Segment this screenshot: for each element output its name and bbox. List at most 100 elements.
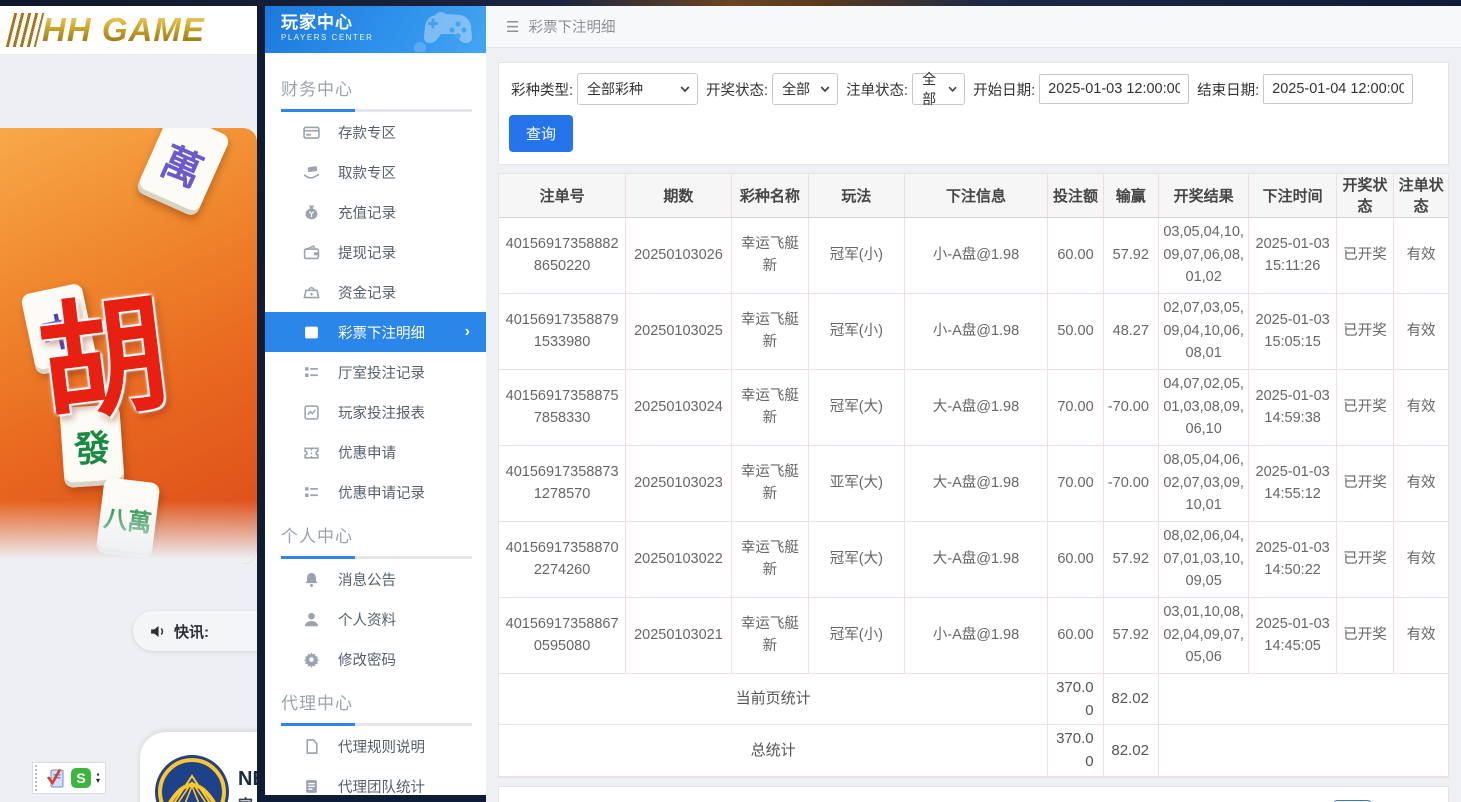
cell-period: 20250103021 <box>626 597 732 673</box>
sidebar-item-funds-record[interactable]: 资金记录 <box>265 272 486 312</box>
summary-empty <box>1158 673 1448 725</box>
sidebar-section: 代理中心 <box>265 685 486 726</box>
sidebar-item-label: 彩票下注明细 <box>338 322 425 343</box>
hamburger-icon[interactable]: ☰ <box>506 18 519 36</box>
summary-bet-total: 370.00 <box>1048 725 1103 777</box>
cell-order-status: 有效 <box>1394 293 1448 369</box>
sidebar-section: 财务中心 <box>265 71 486 112</box>
cell-bet-info: 小-A盘@1.98 <box>904 217 1048 293</box>
cell-draw-result: 04,07,02,05,01,03,08,09,06,10 <box>1158 369 1248 445</box>
sidebar-menu: 财务中心存款专区取款专区充值记录提现记录资金记录彩票下注明细› 厅室投注记录玩家投… <box>265 53 486 795</box>
sidebar-item-user[interactable]: 个人资料 <box>265 599 486 639</box>
cell-bet-info: 小-A盘@1.98 <box>904 293 1048 369</box>
cell-bet-time: 2025-01-03 15:11:26 <box>1249 217 1336 293</box>
cell-draw-result: 03,01,10,08,02,04,09,07,05,06 <box>1158 597 1248 673</box>
main-content: ☰ 彩票下注明细 彩种类型:全部彩种开奖状态:全部注单状态:全部开始日期:结束日… <box>486 6 1461 802</box>
draw-status-select[interactable]: 全部 <box>772 73 838 105</box>
sidebar-item-deposit[interactable]: 存款专区 <box>265 112 486 152</box>
cell-lottery-name: 幸运飞艇新 <box>731 597 808 673</box>
news-label: 快讯: <box>174 621 209 642</box>
sidebar-item-team-stat[interactable]: 代理团队统计 <box>265 766 486 795</box>
sidebar-section-underline <box>281 723 472 726</box>
sidebar-item-label: 代理规则说明 <box>338 736 425 757</box>
s-badge-icon[interactable]: S <box>71 768 91 788</box>
sidebar-item-label: 厅室投注记录 <box>338 362 425 383</box>
column-header-draw-status: 开奖状态 <box>1336 174 1393 217</box>
column-header-draw-result: 开奖结果 <box>1158 174 1248 217</box>
sidebar-item-withdraw[interactable]: 取款专区 <box>265 152 486 192</box>
summary-bet-total: 370.00 <box>1048 673 1103 725</box>
cell-period: 20250103022 <box>626 521 732 597</box>
sidebar-item-gear[interactable]: 修改密码 <box>265 639 486 679</box>
cell-bet-id: 401569173588702274260 <box>499 521 626 597</box>
logo-stripes <box>6 13 44 47</box>
select-value: 全部 <box>782 79 810 99</box>
withdraw-icon <box>303 164 320 181</box>
sidebar-item-label: 个人资料 <box>338 609 396 630</box>
team-stat-icon <box>303 778 320 795</box>
cell-bet-id: 401569173588731278570 <box>499 445 626 521</box>
sidebar-item-label: 存款专区 <box>338 122 396 143</box>
cell-draw-status: 已开奖 <box>1336 217 1393 293</box>
player-report-icon <box>303 404 320 421</box>
cell-bet-amount: 50.00 <box>1048 293 1103 369</box>
sidebar-item-label: 优惠申请 <box>338 442 396 463</box>
sidebar-section-label: 个人中心 <box>281 522 486 547</box>
sidebar-item-withdraw-record[interactable]: 提现记录 <box>265 232 486 272</box>
drag-handle-icon[interactable] <box>35 765 41 791</box>
cell-bet-time: 2025-01-03 15:05:15 <box>1249 293 1336 369</box>
cell-win-loss: -70.00 <box>1103 445 1158 521</box>
cell-play: 冠军(小) <box>809 293 905 369</box>
sidebar-item-promo-apply[interactable]: 优惠申请 <box>265 432 486 472</box>
table-header-row: 注单号期数彩种名称玩法下注信息投注额输赢开奖结果下注时间开奖状态注单状态 <box>499 174 1448 217</box>
cell-period: 20250103023 <box>626 445 732 521</box>
collapse-arrows-icon[interactable]: ▪▾ <box>96 772 100 784</box>
sidebar-item-label: 消息公告 <box>338 569 396 590</box>
summary-empty <box>1158 725 1448 777</box>
order-status-select[interactable]: 全部 <box>912 73 965 105</box>
sidebar-item-hall-record[interactable]: 厅室投注记录 <box>265 352 486 392</box>
summary-label: 当前页统计 <box>499 673 1048 725</box>
nba-card[interactable]: NE 官 <box>140 732 257 802</box>
search-button[interactable]: 查询 <box>509 115 573 152</box>
summary-label: 总统计 <box>499 725 1048 777</box>
sidebar-item-label: 取款专区 <box>338 162 396 183</box>
news-ticker: 快讯: <box>133 611 257 651</box>
bell-icon <box>303 571 320 588</box>
cell-bet-info: 大-A盘@1.98 <box>904 369 1048 445</box>
cell-bet-time: 2025-01-03 14:55:12 <box>1249 445 1336 521</box>
sidebar-item-player-report[interactable]: 玩家投注报表 <box>265 392 486 432</box>
funds-record-icon <box>303 284 320 301</box>
sidebar-section: 个人中心 <box>265 518 486 559</box>
mahjong-tile: 萬 <box>135 128 231 218</box>
recharge-record-icon <box>303 204 320 221</box>
cell-bet-amount: 70.00 <box>1048 445 1103 521</box>
end-date-input[interactable] <box>1263 74 1413 104</box>
sidebar-item-promo-record[interactable]: 优惠申请记录 <box>265 472 486 512</box>
deposit-icon <box>303 124 320 141</box>
doc-check-icon[interactable] <box>46 767 66 789</box>
cell-order-status: 有效 <box>1394 597 1448 673</box>
cell-bet-id: 401569173588791533980 <box>499 293 626 369</box>
sidebar: 玩家中心 PLAYERS CENTER 财务中心存款专区取款专区充值记录提现记录… <box>265 6 486 795</box>
sidebar-item-bell[interactable]: 消息公告 <box>265 559 486 599</box>
sidebar-item-doc[interactable]: 代理规则说明 <box>265 726 486 766</box>
logo-bar: HH GAME <box>0 6 257 55</box>
lottery-type-select[interactable]: 全部彩种 <box>577 73 698 105</box>
column-header-bet-info: 下注信息 <box>904 174 1048 217</box>
start-date-input[interactable] <box>1039 74 1189 104</box>
cell-order-status: 有效 <box>1394 445 1448 521</box>
sidebar-item-lottery-detail[interactable]: 彩票下注明细› <box>265 312 486 352</box>
cell-bet-amount: 60.00 <box>1048 597 1103 673</box>
table-row: 40156917358873127857020250103023幸运飞艇新亚军(… <box>499 445 1448 521</box>
sidebar-section-underline <box>281 556 472 559</box>
brand-logo: HH GAME <box>42 11 205 49</box>
floating-toolbar[interactable]: S ▪▾ <box>32 762 106 794</box>
sidebar-item-recharge-record[interactable]: 充值记录 <box>265 192 486 232</box>
cell-play: 冠军(小) <box>809 597 905 673</box>
select-value: 全部 <box>922 69 948 109</box>
cell-play: 亚军(大) <box>809 445 905 521</box>
sidebar-item-label: 优惠申请记录 <box>338 482 425 503</box>
table-row: 40156917358875785833020250103024幸运飞艇新冠军(… <box>499 369 1448 445</box>
cell-draw-status: 已开奖 <box>1336 597 1393 673</box>
